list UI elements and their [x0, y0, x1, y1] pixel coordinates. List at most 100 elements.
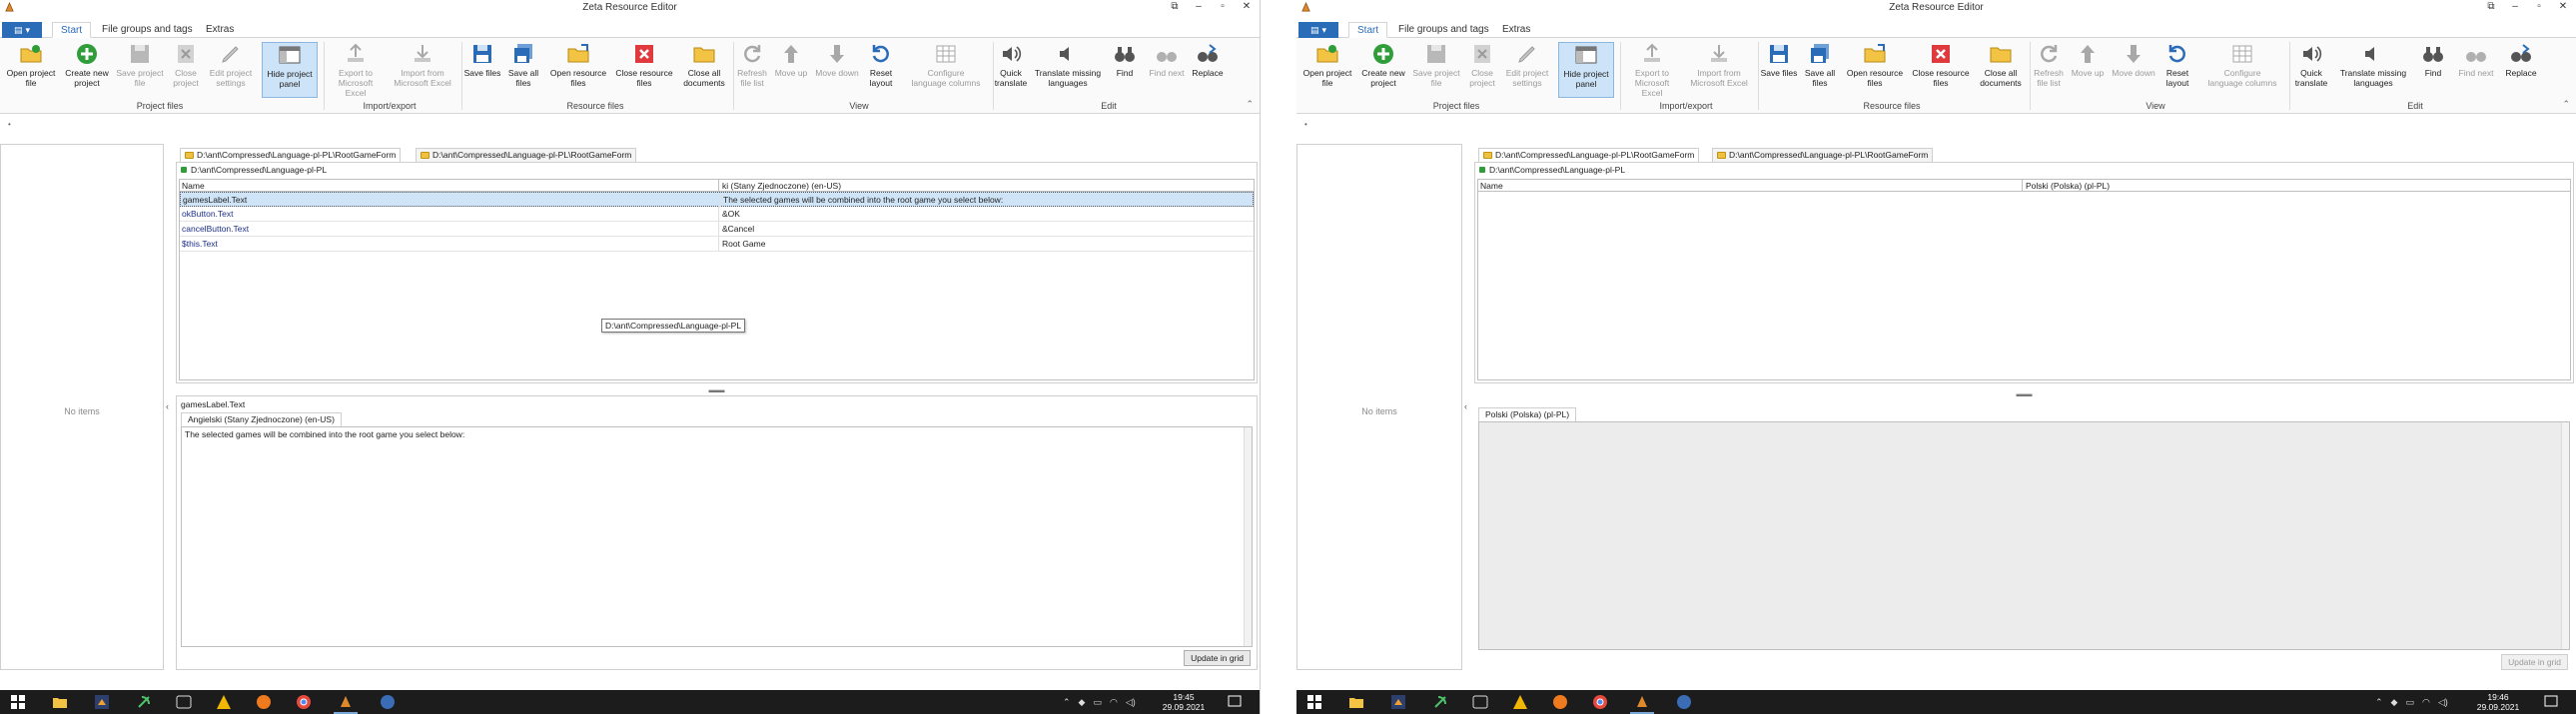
language-tab[interactable]: Polski (Polska) (pl-PL): [1478, 407, 1577, 421]
file-explorer-icon[interactable]: [52, 694, 68, 710]
app-taskbar-icon[interactable]: [1676, 694, 1692, 710]
minimize-icon[interactable]: –: [1192, 1, 1206, 12]
export-excel-button[interactable]: Export to Microsoft Excel: [328, 42, 384, 98]
collapse-panel-icon[interactable]: ‹: [1464, 401, 1467, 411]
scrollbar[interactable]: [2561, 422, 2569, 649]
headset-icon[interactable]: ◠: [1110, 697, 1118, 708]
table-row[interactable]: okButton.Text &OK: [180, 207, 1254, 222]
find-next-button[interactable]: Find next: [1147, 42, 1187, 78]
app-taskbar-icon[interactable]: [176, 694, 192, 710]
chrome-icon[interactable]: [1592, 694, 1608, 710]
tab-file-groups[interactable]: File groups and tags: [94, 22, 201, 38]
move-up-button[interactable]: Move up: [771, 42, 811, 78]
windows-start-icon[interactable]: [1306, 694, 1322, 710]
save-project-button[interactable]: Save project file: [1410, 42, 1462, 88]
replace-button[interactable]: Replace: [2501, 42, 2541, 78]
find-button[interactable]: Find: [1107, 42, 1143, 78]
value-textarea[interactable]: [1478, 421, 2570, 650]
close-icon[interactable]: ✕: [1240, 1, 1254, 12]
file-explorer-icon[interactable]: [1348, 694, 1364, 710]
close-all-documents-button[interactable]: Close all documents: [1976, 42, 2026, 88]
notifications-icon[interactable]: [1227, 694, 1243, 710]
create-project-button[interactable]: Create new project: [62, 42, 112, 88]
scrollbar[interactable]: [1244, 427, 1252, 646]
open-project-button[interactable]: Open project file: [1298, 42, 1356, 88]
app-taskbar-icon[interactable]: [1432, 694, 1448, 710]
find-button[interactable]: Find: [2415, 42, 2451, 78]
app-taskbar-icon[interactable]: [256, 694, 272, 710]
close-resource-files-button[interactable]: Close resource files: [611, 42, 677, 88]
quick-translate-button[interactable]: Quick translate: [993, 42, 1029, 88]
app-taskbar-icon[interactable]: [216, 694, 232, 710]
document-tab[interactable]: D:\ant\Compressed\Language-pl-PL\RootGam…: [1478, 148, 1700, 162]
move-down-button[interactable]: Move down: [813, 42, 861, 78]
document-tab[interactable]: D:\ant\Compressed\Language-pl-PL\RootGam…: [1712, 148, 1934, 162]
replace-button[interactable]: Replace: [1189, 42, 1227, 78]
horizontal-splitter[interactable]: ▬▬: [1474, 390, 2574, 398]
reset-layout-button[interactable]: Reset layout: [865, 42, 897, 88]
save-all-files-button[interactable]: Save all files: [503, 42, 543, 88]
move-down-button[interactable]: Move down: [2110, 42, 2157, 78]
app-taskbar-icon[interactable]: [94, 694, 110, 710]
horizontal-splitter[interactable]: ▬▬: [176, 386, 1258, 394]
tray-app-icon[interactable]: ◆: [2391, 697, 2398, 708]
close-icon[interactable]: ✕: [2556, 1, 2570, 12]
maximize-icon[interactable]: ▫: [2532, 1, 2546, 12]
chevron-up-icon[interactable]: ⌃: [1063, 697, 1071, 708]
resource-grid[interactable]: Name Polski (Polska) (pl-PL): [1477, 179, 2571, 380]
update-in-grid-button[interactable]: Update in grid: [1184, 650, 1251, 666]
create-project-button[interactable]: Create new project: [1358, 42, 1408, 88]
find-next-button[interactable]: Find next: [2455, 42, 2497, 78]
open-project-button[interactable]: Open project file: [2, 42, 60, 88]
zeta-taskbar-icon[interactable]: [1634, 694, 1650, 710]
hide-project-panel-button[interactable]: Hide project panel: [262, 42, 318, 98]
table-row[interactable]: cancelButton.Text &Cancel: [180, 222, 1254, 237]
tab-extras[interactable]: Extras: [1494, 22, 1538, 38]
restore-window-icon[interactable]: ⧉: [1168, 1, 1182, 12]
save-files-button[interactable]: Save files: [1760, 42, 1798, 78]
refresh-file-list-button[interactable]: Refresh file list: [735, 42, 769, 88]
app-taskbar-icon[interactable]: [1472, 694, 1488, 710]
tray-app-icon[interactable]: ◆: [1079, 697, 1086, 708]
column-header-language[interactable]: Polski (Polska) (pl-PL): [2022, 180, 2110, 192]
app-taskbar-icon[interactable]: [1512, 694, 1528, 710]
collapse-panel-icon[interactable]: ‹: [166, 401, 169, 411]
table-row[interactable]: gamesLabel.Text The selected games will …: [180, 192, 1254, 208]
chevron-up-icon[interactable]: ⌃: [2375, 697, 2383, 708]
collapse-ribbon-icon[interactable]: ⌃: [1246, 99, 1254, 110]
edit-project-settings-button[interactable]: Edit project settings: [1502, 42, 1552, 88]
clock[interactable]: 19:45 29.09.2021: [1159, 692, 1209, 712]
app-taskbar-icon[interactable]: [1552, 694, 1568, 710]
document-tab[interactable]: D:\ant\Compressed\Language-pl-PL\RootGam…: [180, 148, 402, 162]
tab-extras[interactable]: Extras: [198, 22, 242, 38]
table-row[interactable]: $this.Text Root Game: [180, 237, 1254, 252]
notifications-icon[interactable]: [2543, 694, 2559, 710]
column-header-name[interactable]: Name: [1480, 180, 1503, 192]
close-project-button[interactable]: Close project: [168, 42, 204, 88]
network-icon[interactable]: ▭: [1093, 697, 1102, 708]
app-menu-button[interactable]: ▤ ▾: [1298, 22, 1338, 38]
tab-start[interactable]: Start: [52, 22, 92, 38]
open-resource-files-button[interactable]: Open resource files: [547, 42, 609, 88]
tab-start[interactable]: Start: [1348, 22, 1388, 38]
volume-icon[interactable]: ◁): [1126, 697, 1136, 708]
chrome-icon[interactable]: [296, 694, 312, 710]
import-excel-button[interactable]: Import from Microsoft Excel: [388, 42, 457, 88]
reset-layout-button[interactable]: Reset layout: [2161, 42, 2193, 88]
document-tab[interactable]: D:\ant\Compressed\Language-pl-PL\RootGam…: [416, 148, 637, 162]
move-up-button[interactable]: Move up: [2068, 42, 2108, 78]
quick-translate-button[interactable]: Quick translate: [2291, 42, 2331, 88]
windows-start-icon[interactable]: [10, 694, 26, 710]
collapse-ribbon-icon[interactable]: ⌃: [2562, 99, 2570, 110]
network-icon[interactable]: ▭: [2405, 697, 2414, 708]
clock[interactable]: 19:46 29.09.2021: [2473, 692, 2523, 712]
restore-window-icon[interactable]: ⧉: [2484, 1, 2498, 12]
configure-language-columns-button[interactable]: Configure language columns: [2199, 42, 2285, 88]
app-menu-button[interactable]: ▤ ▾: [2, 22, 42, 38]
tab-file-groups[interactable]: File groups and tags: [1390, 22, 1497, 38]
headset-icon[interactable]: ◠: [2422, 697, 2430, 708]
save-project-button[interactable]: Save project file: [114, 42, 166, 88]
zeta-taskbar-icon[interactable]: [338, 694, 354, 710]
translate-missing-button[interactable]: Translate missing languages: [1033, 42, 1103, 88]
open-resource-files-button[interactable]: Open resource files: [1844, 42, 1906, 88]
